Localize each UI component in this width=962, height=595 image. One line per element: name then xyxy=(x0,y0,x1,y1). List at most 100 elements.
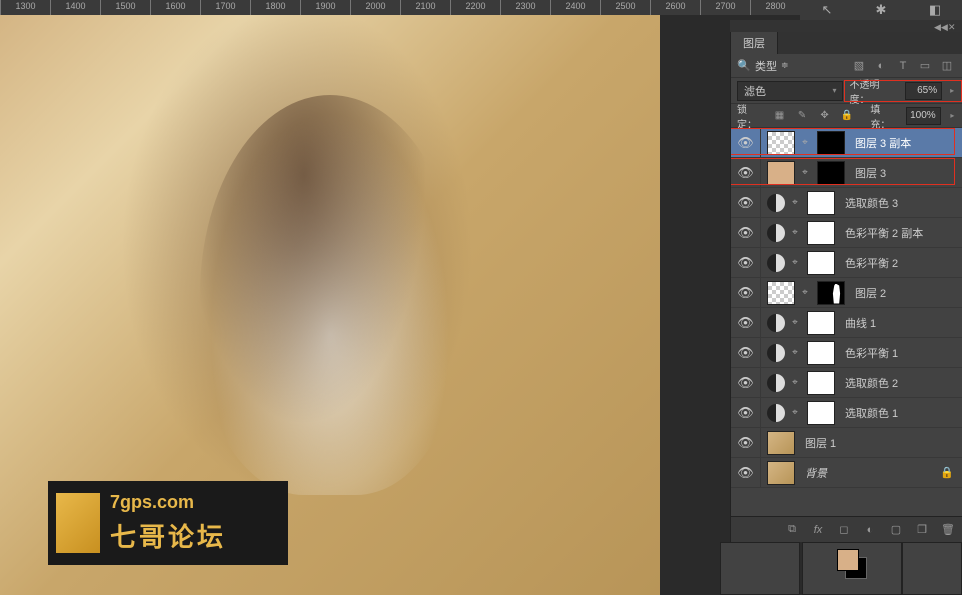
layer-mask-thumb[interactable] xyxy=(817,161,845,185)
visibility-toggle[interactable]: 👁 xyxy=(731,278,761,308)
dock-left xyxy=(720,542,800,595)
filter-shape-icon[interactable]: ▭ xyxy=(916,57,934,75)
mask-link-icon[interactable]: ⌖ xyxy=(799,284,811,302)
watermark-text: 七哥论坛 xyxy=(110,517,226,554)
filter-text-icon[interactable]: T xyxy=(894,57,912,75)
swatch-icon[interactable]: ◧ xyxy=(926,1,944,19)
filter-kind-label[interactable]: 类型 xyxy=(755,58,777,74)
lock-position-icon[interactable]: ✥ xyxy=(817,108,832,124)
layer-row[interactable]: 👁⌖色彩平衡 2 xyxy=(731,248,962,278)
layer-row[interactable]: 👁⌖色彩平衡 2 副本 xyxy=(731,218,962,248)
fill-input[interactable]: 100% xyxy=(906,107,941,125)
layer-row[interactable]: 👁⌖图层 3 副本 xyxy=(731,128,962,158)
layer-row[interactable]: 👁⌖选取颜色 1 xyxy=(731,398,962,428)
visibility-toggle[interactable]: 👁 xyxy=(731,188,761,218)
adjustment-icon xyxy=(767,374,785,392)
canvas-area[interactable]: 7gps.com 七哥论坛 xyxy=(0,15,660,595)
add-mask-icon[interactable]: ◻ xyxy=(836,522,852,538)
layer-row[interactable]: 👁 ⌖ 选取颜色 2 xyxy=(731,368,962,398)
layer-mask-thumb[interactable] xyxy=(807,341,835,365)
layer-row[interactable]: 👁⌖图层 2 xyxy=(731,278,962,308)
filter-adjust-icon[interactable]: ◐ xyxy=(872,57,890,75)
fx-icon[interactable]: fx xyxy=(810,522,826,538)
layer-thumb[interactable] xyxy=(767,161,795,185)
layer-thumb[interactable] xyxy=(767,461,795,485)
mask-link-icon[interactable]: ⌖ xyxy=(789,404,801,422)
layer-row[interactable]: 👁⌖曲线 1 xyxy=(731,308,962,338)
dropdown-arrows-icon[interactable]: ≑ xyxy=(781,60,791,71)
watermark-url: 7gps.com xyxy=(110,492,226,513)
mask-link-icon[interactable]: ⌖ xyxy=(789,194,801,212)
adjustment-icon xyxy=(767,404,785,422)
close-icon[interactable]: ✕ xyxy=(948,22,958,30)
lock-transparency-icon[interactable]: ▦ xyxy=(772,108,787,124)
layer-mask-thumb[interactable] xyxy=(807,191,835,215)
layer-row[interactable]: 👁图层 1 xyxy=(731,428,962,458)
layer-row[interactable]: 👁 ⌖ 色彩平衡 1 xyxy=(731,338,962,368)
layer-mask-thumb[interactable] xyxy=(807,311,835,335)
layer-mask-thumb[interactable] xyxy=(807,371,835,395)
ruler-tick: 1800 xyxy=(250,0,300,15)
layers-list[interactable]: 👁⌖图层 3 副本👁⌖图层 3👁⌖选取颜色 3👁⌖色彩平衡 2 副本👁⌖色彩平衡… xyxy=(731,128,962,516)
watermark: 7gps.com 七哥论坛 xyxy=(48,481,288,565)
visibility-toggle[interactable]: 👁 xyxy=(731,368,761,398)
layer-row[interactable]: 👁⌖图层 3 xyxy=(731,158,962,188)
mask-link-icon[interactable]: ⌖ xyxy=(789,374,801,392)
visibility-toggle[interactable]: 👁 xyxy=(731,128,761,158)
new-group-icon[interactable]: ▢ xyxy=(888,522,904,538)
mask-link-icon[interactable]: ⌖ xyxy=(799,134,811,152)
visibility-toggle[interactable]: 👁 xyxy=(731,428,761,458)
mask-link-icon[interactable]: ⌖ xyxy=(789,344,801,362)
visibility-toggle[interactable]: 👁 xyxy=(731,248,761,278)
visibility-toggle[interactable]: 👁 xyxy=(731,158,761,188)
add-adjustment-icon[interactable]: ◐ xyxy=(862,522,878,538)
lock-pixels-icon[interactable]: ✎ xyxy=(795,108,810,124)
mask-link-icon[interactable]: ⌖ xyxy=(789,224,801,242)
layer-mask-thumb[interactable] xyxy=(807,251,835,275)
visibility-toggle[interactable]: 👁 xyxy=(731,458,761,488)
filter-smart-icon[interactable]: ◫ xyxy=(938,57,956,75)
delete-layer-icon[interactable]: 🗑 xyxy=(940,522,956,538)
ruler-tick: 2600 xyxy=(650,0,700,15)
visibility-toggle[interactable]: 👁 xyxy=(731,338,761,368)
dock-right xyxy=(902,542,962,595)
ruler-tick: 2000 xyxy=(350,0,400,15)
mask-link-icon[interactable]: ⌖ xyxy=(789,254,801,272)
layer-row[interactable]: 👁背景🔒 xyxy=(731,458,962,488)
layer-thumb[interactable] xyxy=(767,131,795,155)
link-layers-icon[interactable]: ⧉ xyxy=(784,522,800,538)
ruler-tick: 2200 xyxy=(450,0,500,15)
mask-link-icon[interactable]: ⌖ xyxy=(799,164,811,182)
layer-row[interactable]: 👁⌖选取颜色 3 xyxy=(731,188,962,218)
opacity-stepper-icon[interactable]: ▸ xyxy=(948,82,956,100)
watermark-icon xyxy=(56,493,100,553)
layer-thumb[interactable] xyxy=(767,431,795,455)
new-layer-icon[interactable]: ❐ xyxy=(914,522,930,538)
search-icon[interactable]: 🔍 xyxy=(737,59,751,73)
layer-mask-thumb[interactable] xyxy=(807,401,835,425)
filter-pixel-icon[interactable]: ▧ xyxy=(850,57,868,75)
blend-mode-select[interactable]: 滤色 ▾ xyxy=(737,81,843,101)
tool-icon[interactable]: ✱ xyxy=(872,1,890,19)
fill-stepper-icon[interactable]: ▸ xyxy=(949,107,956,125)
tab-layers[interactable]: 图层 xyxy=(731,32,778,54)
layer-mask-thumb[interactable] xyxy=(807,221,835,245)
visibility-toggle[interactable]: 👁 xyxy=(731,398,761,428)
ruler-horizontal[interactable]: 1300140015001600170018001900200021002200… xyxy=(0,0,800,15)
layer-mask-thumb[interactable] xyxy=(817,281,845,305)
layer-thumb[interactable] xyxy=(767,281,795,305)
layer-name: 色彩平衡 1 xyxy=(845,345,898,361)
adjustment-icon xyxy=(767,254,785,272)
layer-name: 选取颜色 2 xyxy=(845,375,898,391)
visibility-toggle[interactable]: 👁 xyxy=(731,218,761,248)
foreground-color[interactable] xyxy=(837,549,859,571)
color-swatch[interactable] xyxy=(837,549,867,579)
lock-all-icon[interactable]: 🔒 xyxy=(840,108,855,124)
layer-mask-thumb[interactable] xyxy=(817,131,845,155)
visibility-toggle[interactable]: 👁 xyxy=(731,308,761,338)
mask-link-icon[interactable]: ⌖ xyxy=(789,314,801,332)
panel-collapse-bar[interactable]: ◀◀ ✕ xyxy=(730,20,962,32)
opacity-input[interactable]: 65% xyxy=(905,82,942,100)
panel-footer: ⧉ fx ◻ ◐ ▢ ❐ 🗑 xyxy=(731,516,962,542)
pointer-icon[interactable]: ↖ xyxy=(818,1,836,19)
